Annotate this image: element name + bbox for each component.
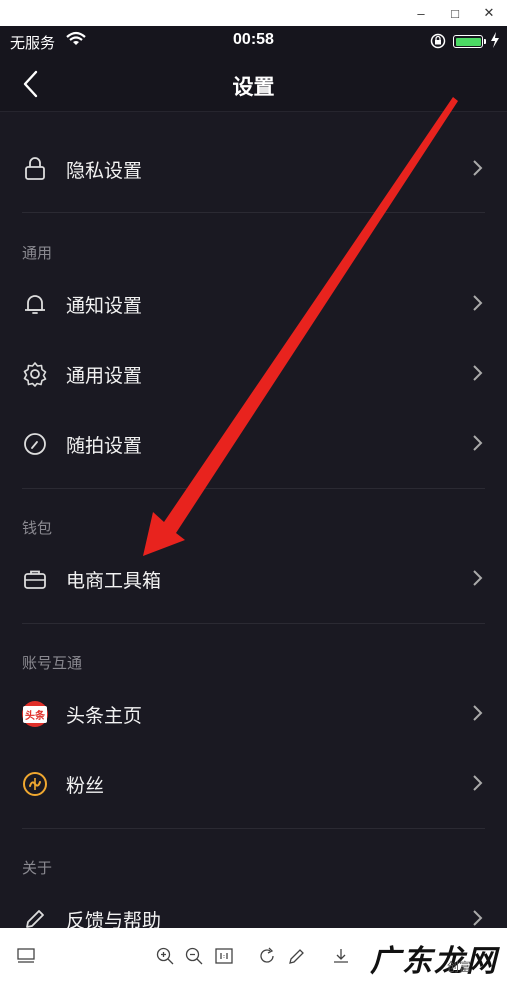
divider xyxy=(22,828,485,829)
section-header-about: 关于 xyxy=(22,860,53,877)
divider xyxy=(22,488,485,489)
maximize-button[interactable]: □ xyxy=(438,0,472,26)
actual-size-icon[interactable] xyxy=(214,946,234,966)
zoom-in-icon[interactable] xyxy=(155,946,175,966)
download-icon[interactable] xyxy=(331,946,351,966)
fans-icon xyxy=(23,772,47,796)
lock-icon xyxy=(25,157,45,180)
maximize-icon: □ xyxy=(451,5,459,21)
battery-icon xyxy=(453,35,486,48)
chevron-right-icon xyxy=(473,435,483,451)
ecommerce-toolbox-label: 电商工具箱 xyxy=(66,571,162,592)
rotate-icon[interactable] xyxy=(257,946,277,966)
thumbnail-icon[interactable] xyxy=(16,946,36,966)
minimize-icon: – xyxy=(417,5,425,21)
shoot-settings-label: 随拍设置 xyxy=(66,436,143,457)
general-settings-label: 通用设置 xyxy=(66,366,143,387)
close-button[interactable]: ✕ xyxy=(472,0,506,26)
general-settings-row[interactable]: 通用设置 xyxy=(0,338,507,408)
edit-pencil-icon[interactable] xyxy=(286,946,306,966)
gear-icon xyxy=(23,362,47,387)
pencil-icon xyxy=(26,910,44,928)
shoot-settings-row[interactable]: 随拍设置 xyxy=(0,408,507,478)
toutiao-logo-icon: 头条 xyxy=(22,701,48,727)
close-icon: ✕ xyxy=(483,5,495,20)
privacy-settings-label: 隐私设置 xyxy=(66,161,143,182)
feedback-help-row[interactable]: 反馈与帮助 xyxy=(0,883,507,928)
chevron-right-icon xyxy=(473,160,483,176)
status-bar: 无服务 00:58 xyxy=(0,26,507,56)
chevron-right-icon xyxy=(473,570,483,586)
fans-row[interactable]: 粉丝 xyxy=(0,748,507,818)
section-header-account: 账号互通 xyxy=(22,655,83,672)
page-title: 设置 xyxy=(232,76,275,99)
divider xyxy=(22,623,485,624)
chevron-right-icon xyxy=(473,295,483,311)
chevron-right-icon xyxy=(473,775,483,791)
chevron-right-icon xyxy=(473,705,483,721)
notification-settings-label: 通知设置 xyxy=(66,296,143,317)
minimize-button[interactable]: – xyxy=(404,0,438,26)
bell-icon xyxy=(25,295,45,314)
briefcase-icon xyxy=(24,570,46,589)
watermark-subtext: 创富 xyxy=(447,960,472,974)
toutiao-badge-text: 头条 xyxy=(23,705,47,723)
privacy-settings-row[interactable]: 隐私设置 xyxy=(0,133,507,203)
navigation-bar: 设置 xyxy=(0,56,507,112)
section-header-general: 通用 xyxy=(22,245,53,262)
window-titlebar: – □ ✕ xyxy=(0,0,507,26)
section-header-wallet: 钱包 xyxy=(22,520,53,537)
chevron-right-icon xyxy=(473,910,483,926)
ecommerce-toolbox-row[interactable]: 电商工具箱 xyxy=(0,543,507,613)
fans-label: 粉丝 xyxy=(66,776,105,797)
toutiao-homepage-row[interactable]: 头条 头条主页 xyxy=(0,678,507,748)
zoom-out-icon[interactable] xyxy=(184,946,204,966)
rotation-lock-icon xyxy=(430,33,446,49)
notification-settings-row[interactable]: 通知设置 xyxy=(0,268,507,338)
charging-bolt-icon xyxy=(491,32,499,48)
divider xyxy=(22,212,485,213)
chevron-right-icon xyxy=(473,365,483,381)
toutiao-homepage-label: 头条主页 xyxy=(66,706,143,727)
watermark-text: 广东龙网 xyxy=(370,944,498,979)
feedback-help-label: 反馈与帮助 xyxy=(66,911,162,928)
clock-circle-icon xyxy=(24,433,46,455)
